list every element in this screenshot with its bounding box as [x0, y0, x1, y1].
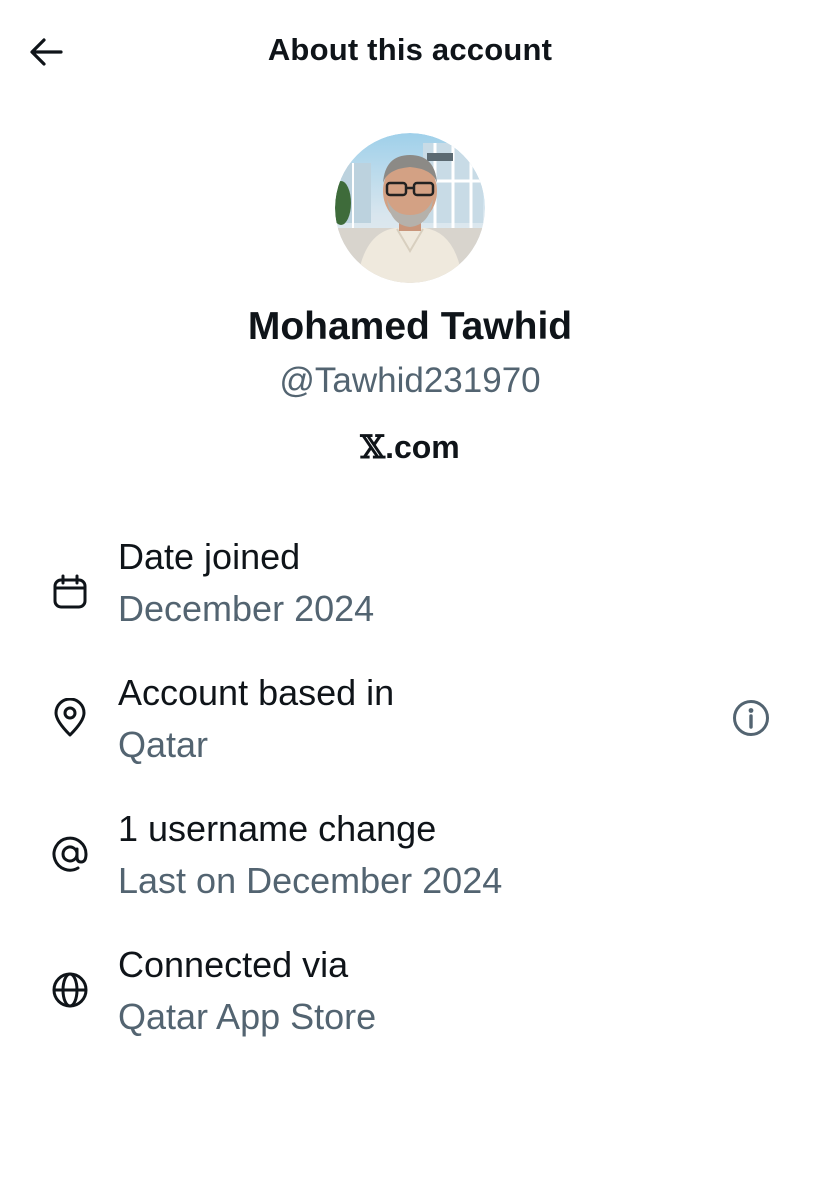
about-account-screen: About this account Mohamed Tawhid @Tawhi…: [0, 0, 820, 1200]
date-joined-row: Date joined December 2024: [0, 534, 820, 644]
row-icon-wrap: [46, 694, 94, 742]
page-title: About this account: [267, 32, 553, 67]
username-handle: @Tawhid231970: [279, 361, 541, 400]
platform-label: 𝕏.com: [0, 428, 820, 466]
header: About this account: [0, 0, 820, 104]
account-location-title: Account based in: [118, 672, 395, 713]
row-icon-wrap: [46, 568, 94, 616]
account-location-row: Account based in Qatar: [0, 670, 820, 780]
username-change-row: 1 username change Last on December 2024: [0, 806, 820, 916]
row-icon-wrap: [46, 830, 94, 878]
profile-photo: [335, 133, 485, 283]
location-pin-icon: [54, 698, 86, 737]
calendar-icon: [53, 574, 87, 609]
date-joined-value: December 2024: [118, 588, 375, 629]
connected-via-title: Connected via: [118, 944, 349, 985]
at-sign-icon: [52, 836, 88, 872]
connected-via-row: Connected via Qatar App Store: [0, 942, 820, 1052]
account-location-value: Qatar: [118, 724, 209, 765]
x-logo-icon: 𝕏: [360, 428, 386, 466]
platform-suffix: .com: [385, 429, 460, 465]
globe-icon: [52, 972, 88, 1008]
location-info-button[interactable]: [729, 696, 773, 740]
display-name: Mohamed Tawhid: [247, 305, 573, 348]
connected-via-value: Qatar App Store: [118, 996, 377, 1037]
date-joined-title: Date joined: [118, 536, 301, 577]
info-icon: [733, 700, 769, 736]
avatar[interactable]: [335, 133, 485, 283]
username-change-title: 1 username change: [118, 808, 437, 849]
row-icon-wrap: [46, 966, 94, 1014]
username-change-value: Last on December 2024: [118, 860, 503, 901]
